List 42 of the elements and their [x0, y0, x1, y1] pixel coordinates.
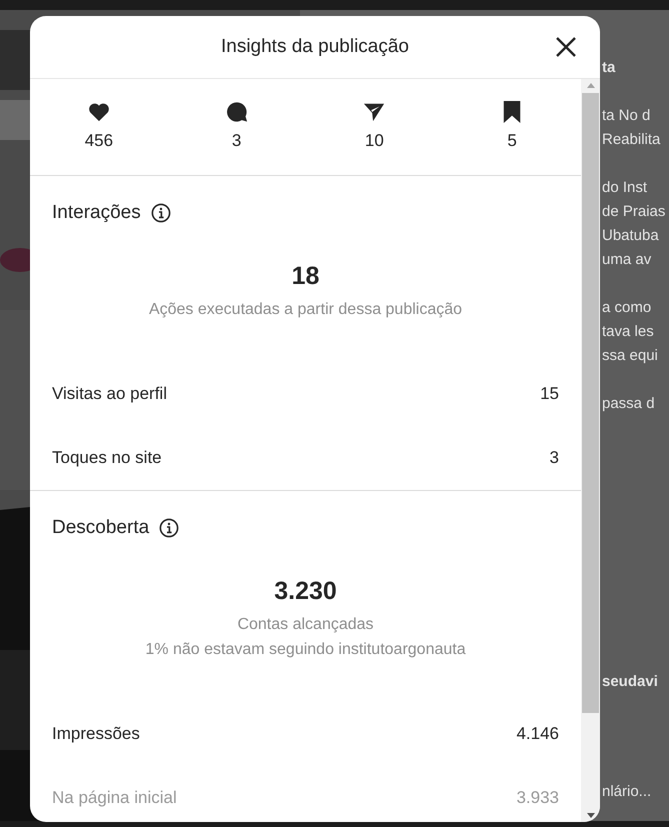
stat-count: 5: [507, 131, 517, 151]
stat-count: 456: [84, 131, 114, 151]
info-icon[interactable]: [159, 518, 180, 538]
metric-value: 3: [550, 448, 559, 468]
stat-count: 10: [364, 131, 384, 151]
headline-caption: 1% não estavam seguindo institutoargonauta: [145, 640, 466, 660]
background-text: seudavi: [602, 672, 658, 692]
metric-label: Impressões: [52, 724, 140, 744]
comment-icon: [226, 101, 248, 123]
send-icon: [363, 101, 386, 123]
bookmark-icon: [502, 101, 522, 123]
background-text: do Inst: [602, 178, 648, 198]
headline-number: 3.230: [274, 577, 337, 606]
background-text: ta No d: [602, 106, 650, 126]
background-text: Ubatuba: [602, 226, 659, 246]
background-text: uma av: [602, 250, 652, 270]
stat-count: 3: [232, 131, 242, 151]
section-title: Interações: [52, 202, 141, 224]
scroll-thumb[interactable]: [582, 93, 599, 713]
background-text: de Praias: [602, 202, 666, 222]
scrollbar[interactable]: [581, 79, 600, 822]
heart-icon: [88, 101, 110, 123]
metric-label: Na página inicial: [52, 788, 177, 808]
background-text: nlário...: [602, 782, 652, 802]
metric-label: Toques no site: [52, 448, 162, 468]
headline-number: 18: [292, 262, 320, 291]
background-text: tava les: [602, 322, 654, 342]
metric-value: 15: [540, 384, 559, 404]
metric-value: 3.933: [516, 788, 559, 808]
headline-caption: Ações executadas a partir dessa publicação: [148, 300, 462, 320]
background-text: ssa equi: [602, 346, 658, 366]
metric-value: 4.146: [516, 724, 559, 744]
close-icon: [555, 36, 577, 58]
metric-label: Visitas ao perfil: [52, 384, 167, 404]
info-icon[interactable]: [150, 203, 171, 223]
background-text: ta: [602, 58, 616, 78]
section-title: Descoberta: [52, 517, 150, 539]
dialog-title: Insights da publicação: [220, 36, 409, 58]
headline-caption: Contas alcançadas: [237, 615, 374, 635]
background-text: passa d: [602, 394, 655, 414]
background-text: a como: [602, 298, 652, 318]
background-text: Reabilita: [602, 130, 660, 150]
